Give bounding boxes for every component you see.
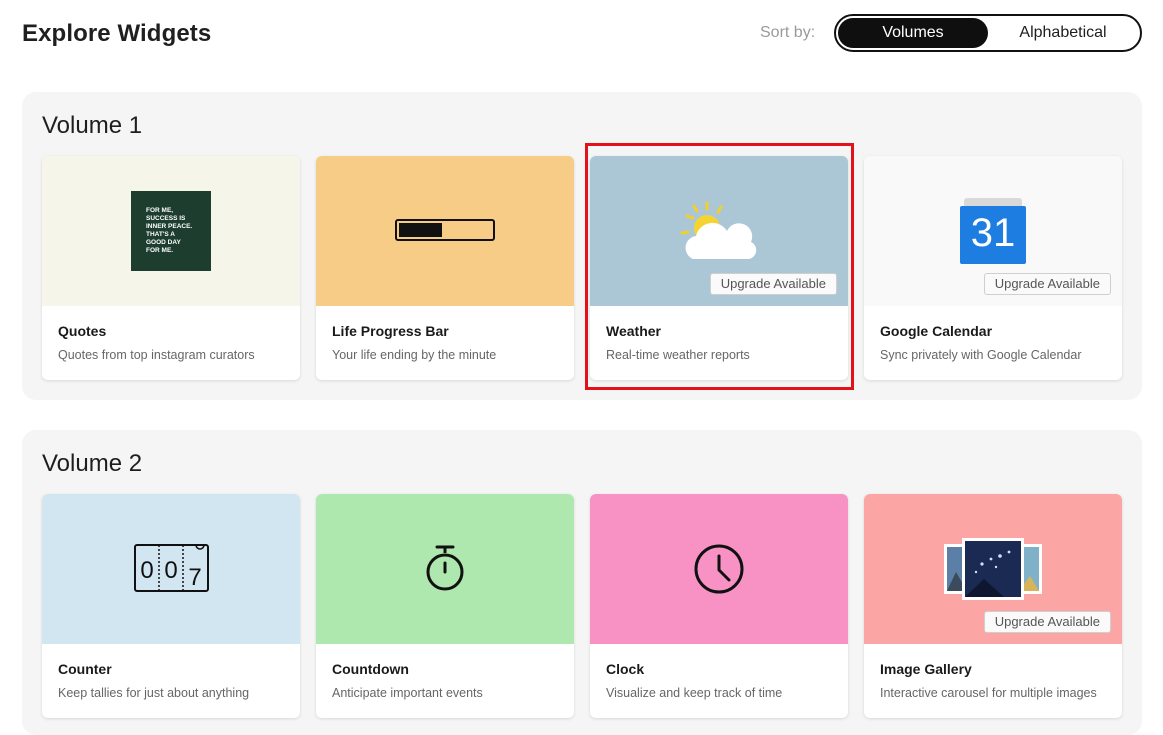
- page-header: Explore Widgets Sort by: Volumes Alphabe…: [22, 14, 1142, 52]
- card-title: Quotes: [58, 323, 107, 339]
- volume-1-section: Volume 1 FOR ME, SUCCESS IS INNER PEACE.…: [22, 92, 1142, 400]
- upgrade-badge[interactable]: Upgrade Available: [983, 611, 1111, 633]
- upgrade-badge[interactable]: Upgrade Available: [983, 273, 1111, 295]
- card-description: Quotes from top instagram curators: [58, 348, 255, 362]
- quote-image: FOR ME, SUCCESS IS INNER PEACE. THAT'S A…: [131, 191, 211, 271]
- card-banner: 31 Upgrade Available: [864, 156, 1122, 306]
- card-banner: Upgrade Available: [864, 494, 1122, 644]
- card-title: Google Calendar: [880, 323, 993, 339]
- progress-bar-icon: [395, 219, 495, 241]
- sort-toggle: Volumes Alphabetical: [834, 14, 1142, 52]
- sort-option-alphabetical[interactable]: Alphabetical: [988, 18, 1138, 48]
- upgrade-badge[interactable]: Upgrade Available: [709, 273, 837, 295]
- widget-card-life-progress-bar[interactable]: Life Progress Bar Your life ending by th…: [316, 156, 574, 380]
- card-title: Clock: [606, 661, 645, 677]
- card-description: Visualize and keep track of time: [606, 686, 783, 700]
- svg-text:0: 0: [164, 557, 177, 584]
- widget-card-clock[interactable]: Clock Visualize and keep track of time: [590, 494, 848, 718]
- sort-label: Sort by:: [760, 24, 816, 41]
- widget-card-weather[interactable]: Upgrade Available Weather Real-time weat…: [590, 156, 848, 380]
- svg-text:7: 7: [188, 564, 201, 591]
- widget-card-quotes[interactable]: FOR ME, SUCCESS IS INNER PEACE. THAT'S A…: [42, 156, 300, 380]
- volume-2-section: Volume 2 0 0 7 Counter Keep tallies for …: [22, 430, 1142, 735]
- widget-card-counter[interactable]: 0 0 7 Counter Keep tallies for just abou…: [42, 494, 300, 718]
- page-title: Explore Widgets: [22, 20, 212, 47]
- card-description: Real-time weather reports: [606, 348, 750, 362]
- card-banner: Upgrade Available: [590, 156, 848, 306]
- svg-text:0: 0: [140, 557, 153, 584]
- card-description: Keep tallies for just about anything: [58, 686, 250, 700]
- widget-card-countdown[interactable]: Countdown Anticipate important events: [316, 494, 574, 718]
- card-description: Your life ending by the minute: [332, 348, 497, 362]
- calendar-day: 31: [970, 211, 1016, 255]
- clock-icon: [694, 544, 744, 594]
- card-banner: FOR ME, SUCCESS IS INNER PEACE. THAT'S A…: [42, 156, 300, 306]
- widget-card-image-gallery[interactable]: Upgrade Available Image Gallery Interact…: [864, 494, 1122, 718]
- sort-option-volumes[interactable]: Volumes: [838, 18, 988, 48]
- card-title: Counter: [58, 661, 112, 677]
- card-banner: 0 0 7: [42, 494, 300, 644]
- card-description: Interactive carousel for multiple images: [880, 686, 1097, 700]
- card-banner: [590, 494, 848, 644]
- card-banner: [316, 494, 574, 644]
- card-title: Countdown: [332, 661, 409, 677]
- google-calendar-icon: 31: [960, 198, 1026, 264]
- progress-fill: [399, 223, 442, 237]
- card-description: Sync privately with Google Calendar: [880, 348, 1082, 362]
- stopwatch-icon: [426, 545, 464, 591]
- volume-title: Volume 1: [42, 112, 143, 139]
- volume-title: Volume 2: [42, 450, 143, 477]
- counter-icon: 0 0 7: [134, 544, 209, 592]
- widget-card-google-calendar[interactable]: 31 Upgrade Available Google Calendar Syn…: [864, 156, 1122, 380]
- card-description: Anticipate important events: [332, 686, 483, 700]
- card-title: Image Gallery: [880, 661, 972, 677]
- card-title: Life Progress Bar: [332, 323, 449, 339]
- card-banner: [316, 156, 574, 306]
- card-title: Weather: [606, 323, 661, 339]
